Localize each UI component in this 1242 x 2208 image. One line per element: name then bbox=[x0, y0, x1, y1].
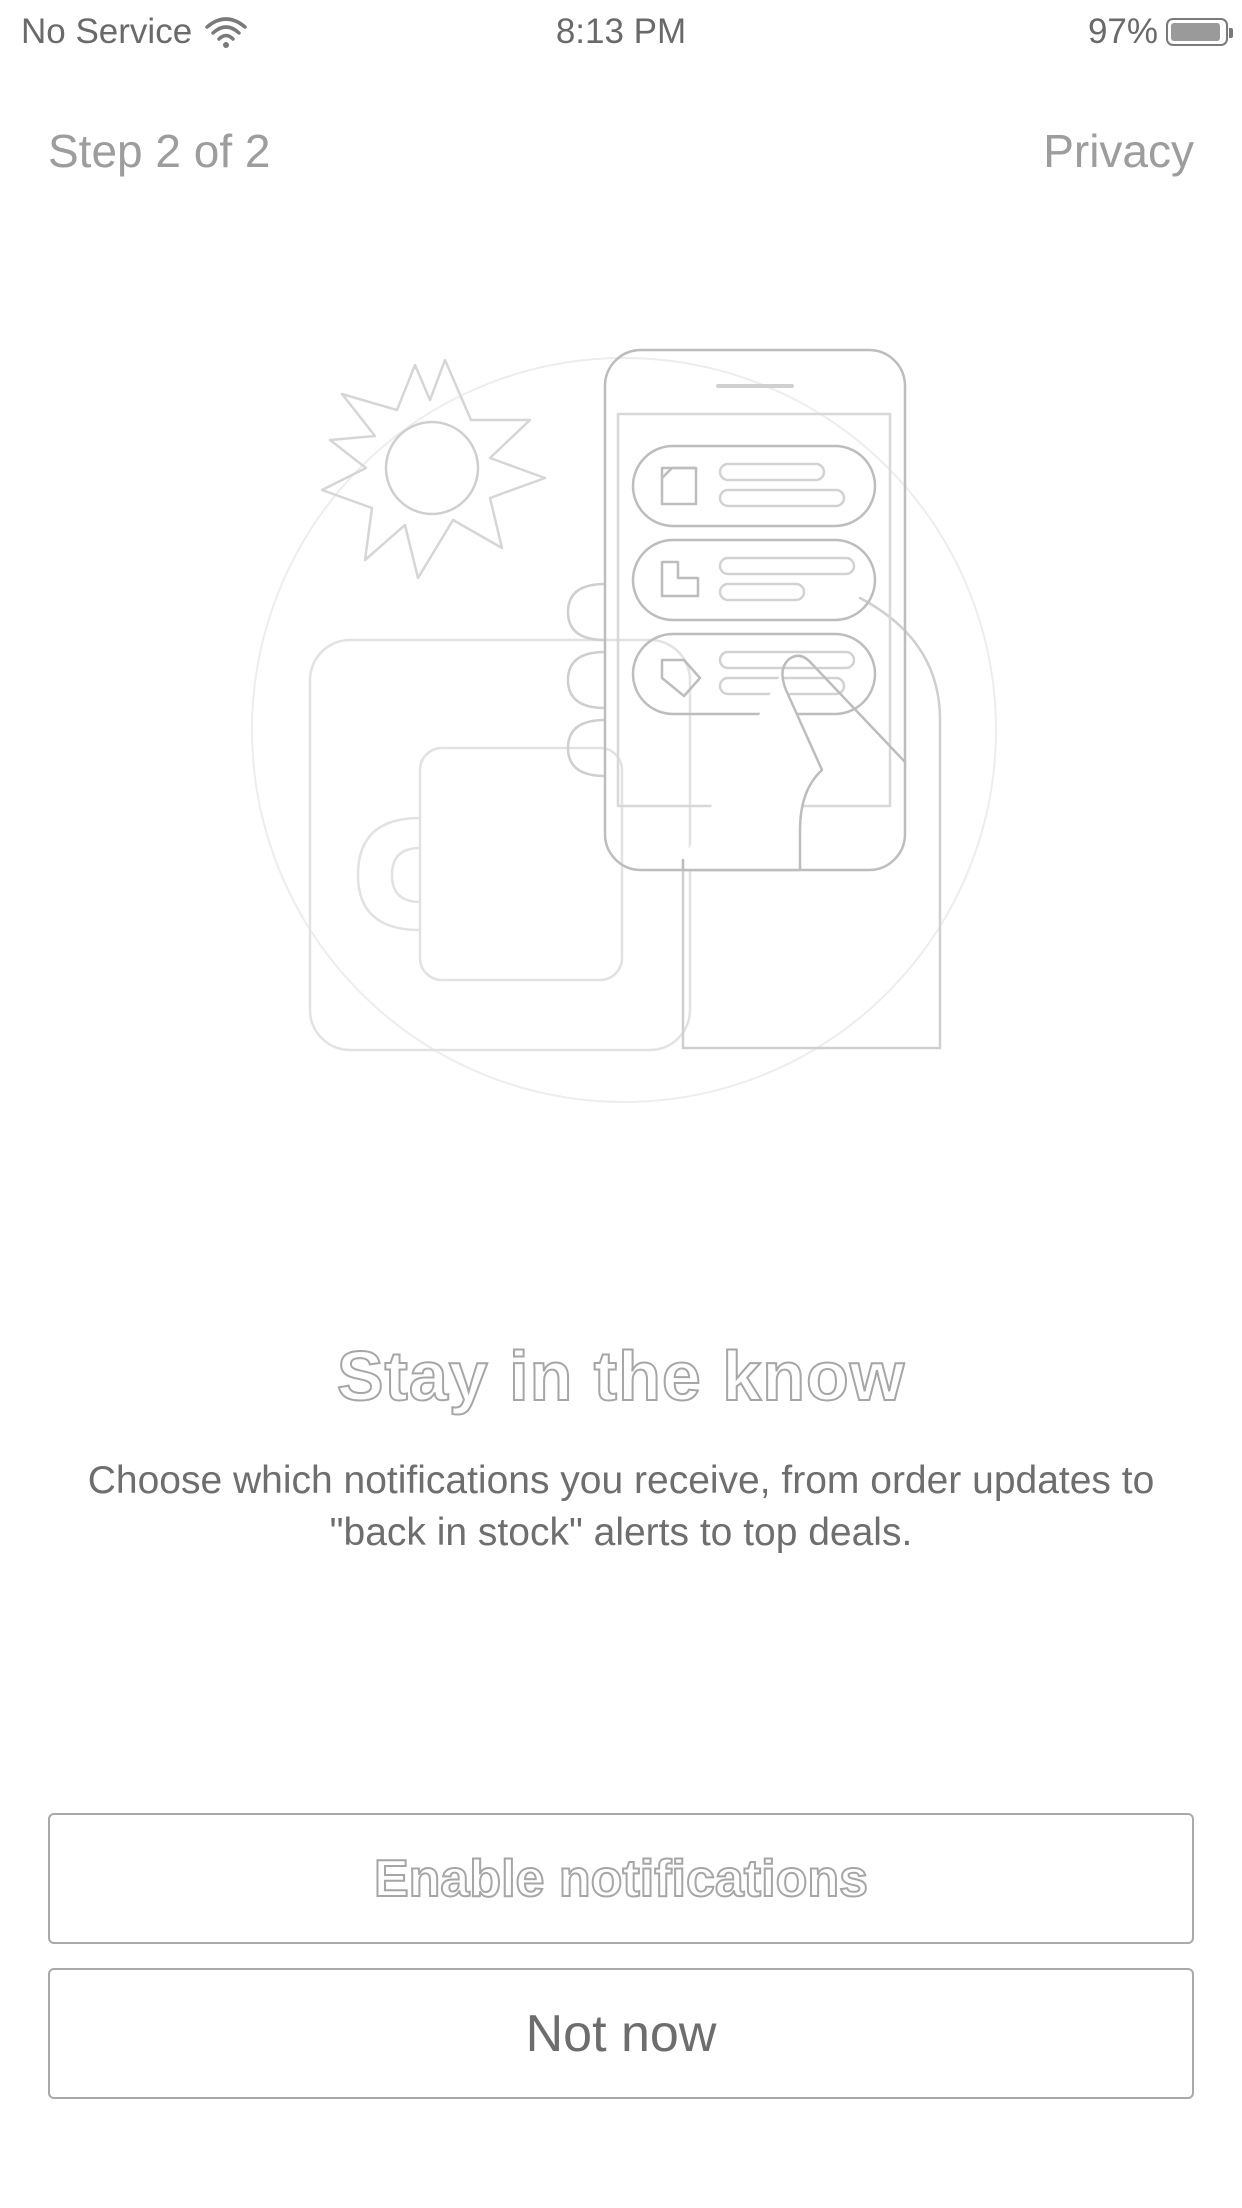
mug-handle bbox=[356, 816, 422, 932]
status-time: 8:13 PM bbox=[555, 12, 687, 51]
enable-notifications-button[interactable]: Enable notifications bbox=[48, 1813, 1194, 1944]
notification-card-2 bbox=[631, 538, 877, 622]
status-right: 97% bbox=[1087, 12, 1233, 52]
status-bar: No Service 8:13 PM 97% bbox=[0, 0, 1242, 64]
mug-body bbox=[308, 638, 692, 1052]
enable-notifications-label: Enable notifications bbox=[373, 1849, 869, 1909]
thumb bbox=[681, 658, 824, 872]
headline: Stay in the know bbox=[336, 1336, 906, 1416]
privacy-link[interactable]: Privacy bbox=[1043, 124, 1194, 178]
battery-fill bbox=[1171, 23, 1220, 41]
description: Choose which notifications you receive, … bbox=[87, 1459, 1155, 1554]
battery-cap bbox=[1229, 28, 1233, 38]
not-now-label: Not now bbox=[525, 2004, 717, 2063]
sun-icon bbox=[320, 358, 547, 580]
notification-card-1 bbox=[631, 444, 877, 528]
not-now-button[interactable]: Not now bbox=[48, 1968, 1194, 2099]
battery-percent: 97% bbox=[1087, 12, 1158, 51]
battery-icon bbox=[1166, 18, 1233, 46]
notification-phone-illustration bbox=[251, 348, 997, 1103]
finger-1 bbox=[566, 582, 607, 642]
finger-2 bbox=[566, 650, 607, 710]
step-indicator: Step 2 of 2 bbox=[48, 125, 271, 177]
mug-inner bbox=[418, 746, 624, 982]
